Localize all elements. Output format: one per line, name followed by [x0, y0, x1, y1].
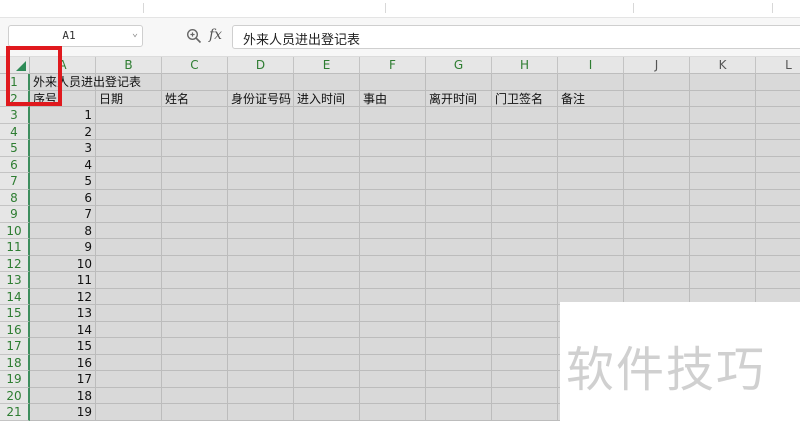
zoom-icon[interactable]: [186, 28, 202, 44]
column-gridline: [161, 74, 162, 421]
row-header-5[interactable]: 5: [0, 140, 30, 157]
row-header-11[interactable]: 11: [0, 239, 30, 256]
serial-cell[interactable]: 6: [30, 190, 92, 206]
name-box[interactable]: A1 ⌄: [8, 25, 143, 47]
ribbon-divider: [143, 3, 144, 13]
row-header-3[interactable]: 3: [0, 107, 30, 124]
row-header-17[interactable]: 17: [0, 338, 30, 355]
formula-value: 外来人员进出登记表: [243, 33, 361, 48]
serial-cell[interactable]: 14: [30, 322, 92, 338]
column-gridline: [557, 74, 558, 421]
header-cell[interactable]: 日期: [99, 91, 123, 107]
row-header-19[interactable]: 19: [0, 371, 30, 388]
serial-cell[interactable]: 7: [30, 206, 92, 222]
column-header-b[interactable]: B: [96, 57, 162, 74]
column-header-k[interactable]: K: [690, 57, 756, 74]
column-header-h[interactable]: H: [492, 57, 558, 74]
watermark: 软件技巧: [566, 342, 767, 398]
row-gridline: [30, 122, 800, 124]
serial-cell[interactable]: 16: [30, 355, 92, 371]
row-gridline: [30, 221, 800, 223]
row-gridline: [30, 106, 800, 107]
row-headers: 1 2 3 4 5 6 7 8 9 10 11 12 13 14 15 16 17 18 19 20 21: [0, 74, 30, 421]
row-gridline: [30, 172, 800, 173]
highlight-box: [6, 46, 62, 106]
row-gridline: [30, 254, 800, 256]
ribbon-divider: [772, 3, 773, 13]
row-header-6[interactable]: 6: [0, 156, 30, 173]
header-cell[interactable]: 门卫签名: [495, 91, 543, 107]
fx-icon[interactable]: fx: [209, 27, 222, 43]
column-header-j[interactable]: J: [624, 57, 690, 74]
ribbon-divider: [385, 3, 386, 13]
serial-cell[interactable]: 9: [30, 239, 92, 255]
row-header-7[interactable]: 7: [0, 173, 30, 190]
serial-cell[interactable]: 19: [30, 404, 92, 420]
serial-cell[interactable]: 12: [30, 289, 92, 305]
formula-bar: A1 ⌄ fx 外来人员进出登记表: [0, 18, 800, 57]
row-header-18[interactable]: 18: [0, 354, 30, 371]
row-header-4[interactable]: 4: [0, 123, 30, 140]
row-header-12[interactable]: 12: [0, 255, 30, 272]
row-gridline: [30, 205, 800, 206]
row-header-8[interactable]: 8: [0, 189, 30, 206]
serial-cell[interactable]: 1: [30, 107, 92, 123]
serial-cell[interactable]: 15: [30, 338, 92, 354]
column-header-g[interactable]: G: [426, 57, 492, 74]
column-header-e[interactable]: E: [294, 57, 360, 74]
serial-cell[interactable]: 17: [30, 371, 92, 387]
header-cell[interactable]: 离开时间: [429, 91, 477, 107]
header-cell[interactable]: 身份证号码: [231, 91, 291, 107]
column-headers: ABCDEFGHIJKL: [30, 57, 800, 74]
column-header-f[interactable]: F: [360, 57, 426, 74]
serial-cell[interactable]: 3: [30, 140, 92, 156]
serial-cell[interactable]: 18: [30, 388, 92, 404]
column-header-i[interactable]: I: [558, 57, 624, 74]
header-cell[interactable]: 进入时间: [297, 91, 345, 107]
column-header-d[interactable]: D: [228, 57, 294, 74]
row-header-9[interactable]: 9: [0, 206, 30, 223]
column-gridline: [227, 74, 228, 421]
serial-cell[interactable]: 13: [30, 305, 92, 321]
name-box-value: A1: [62, 29, 76, 42]
serial-cell[interactable]: 5: [30, 173, 92, 189]
header-cell[interactable]: 姓名: [165, 91, 189, 107]
row-header-20[interactable]: 20: [0, 387, 30, 404]
ribbon-remnant: [0, 0, 800, 18]
column-header-l[interactable]: L: [756, 57, 800, 74]
serial-cell[interactable]: 11: [30, 272, 92, 288]
row-gridline: [30, 287, 800, 289]
header-cell[interactable]: 备注: [561, 91, 585, 107]
chevron-down-icon[interactable]: ⌄: [132, 28, 138, 39]
serial-cell[interactable]: 2: [30, 124, 92, 140]
row-header-10[interactable]: 10: [0, 222, 30, 239]
serial-cell[interactable]: 4: [30, 157, 92, 173]
column-header-c[interactable]: C: [162, 57, 228, 74]
column-gridline: [95, 74, 96, 421]
serial-cell[interactable]: 8: [30, 223, 92, 239]
row-header-16[interactable]: 16: [0, 321, 30, 338]
row-gridline: [30, 89, 800, 91]
row-gridline: [30, 155, 800, 157]
ribbon-divider: [633, 3, 634, 13]
row-gridline: [30, 271, 800, 272]
row-header-13[interactable]: 13: [0, 272, 30, 289]
column-gridline: [491, 74, 492, 421]
column-gridline: [293, 74, 294, 421]
row-header-21[interactable]: 21: [0, 404, 30, 421]
row-gridline: [30, 139, 800, 140]
serial-cell[interactable]: 10: [30, 256, 92, 272]
row-header-15[interactable]: 15: [0, 305, 30, 322]
column-gridline: [359, 74, 360, 421]
formula-input[interactable]: 外来人员进出登记表: [232, 25, 800, 49]
column-gridline: [425, 74, 426, 421]
row-gridline: [30, 188, 800, 190]
row-header-14[interactable]: 14: [0, 288, 30, 305]
row-gridline: [30, 238, 800, 239]
header-cell[interactable]: 事由: [363, 91, 387, 107]
